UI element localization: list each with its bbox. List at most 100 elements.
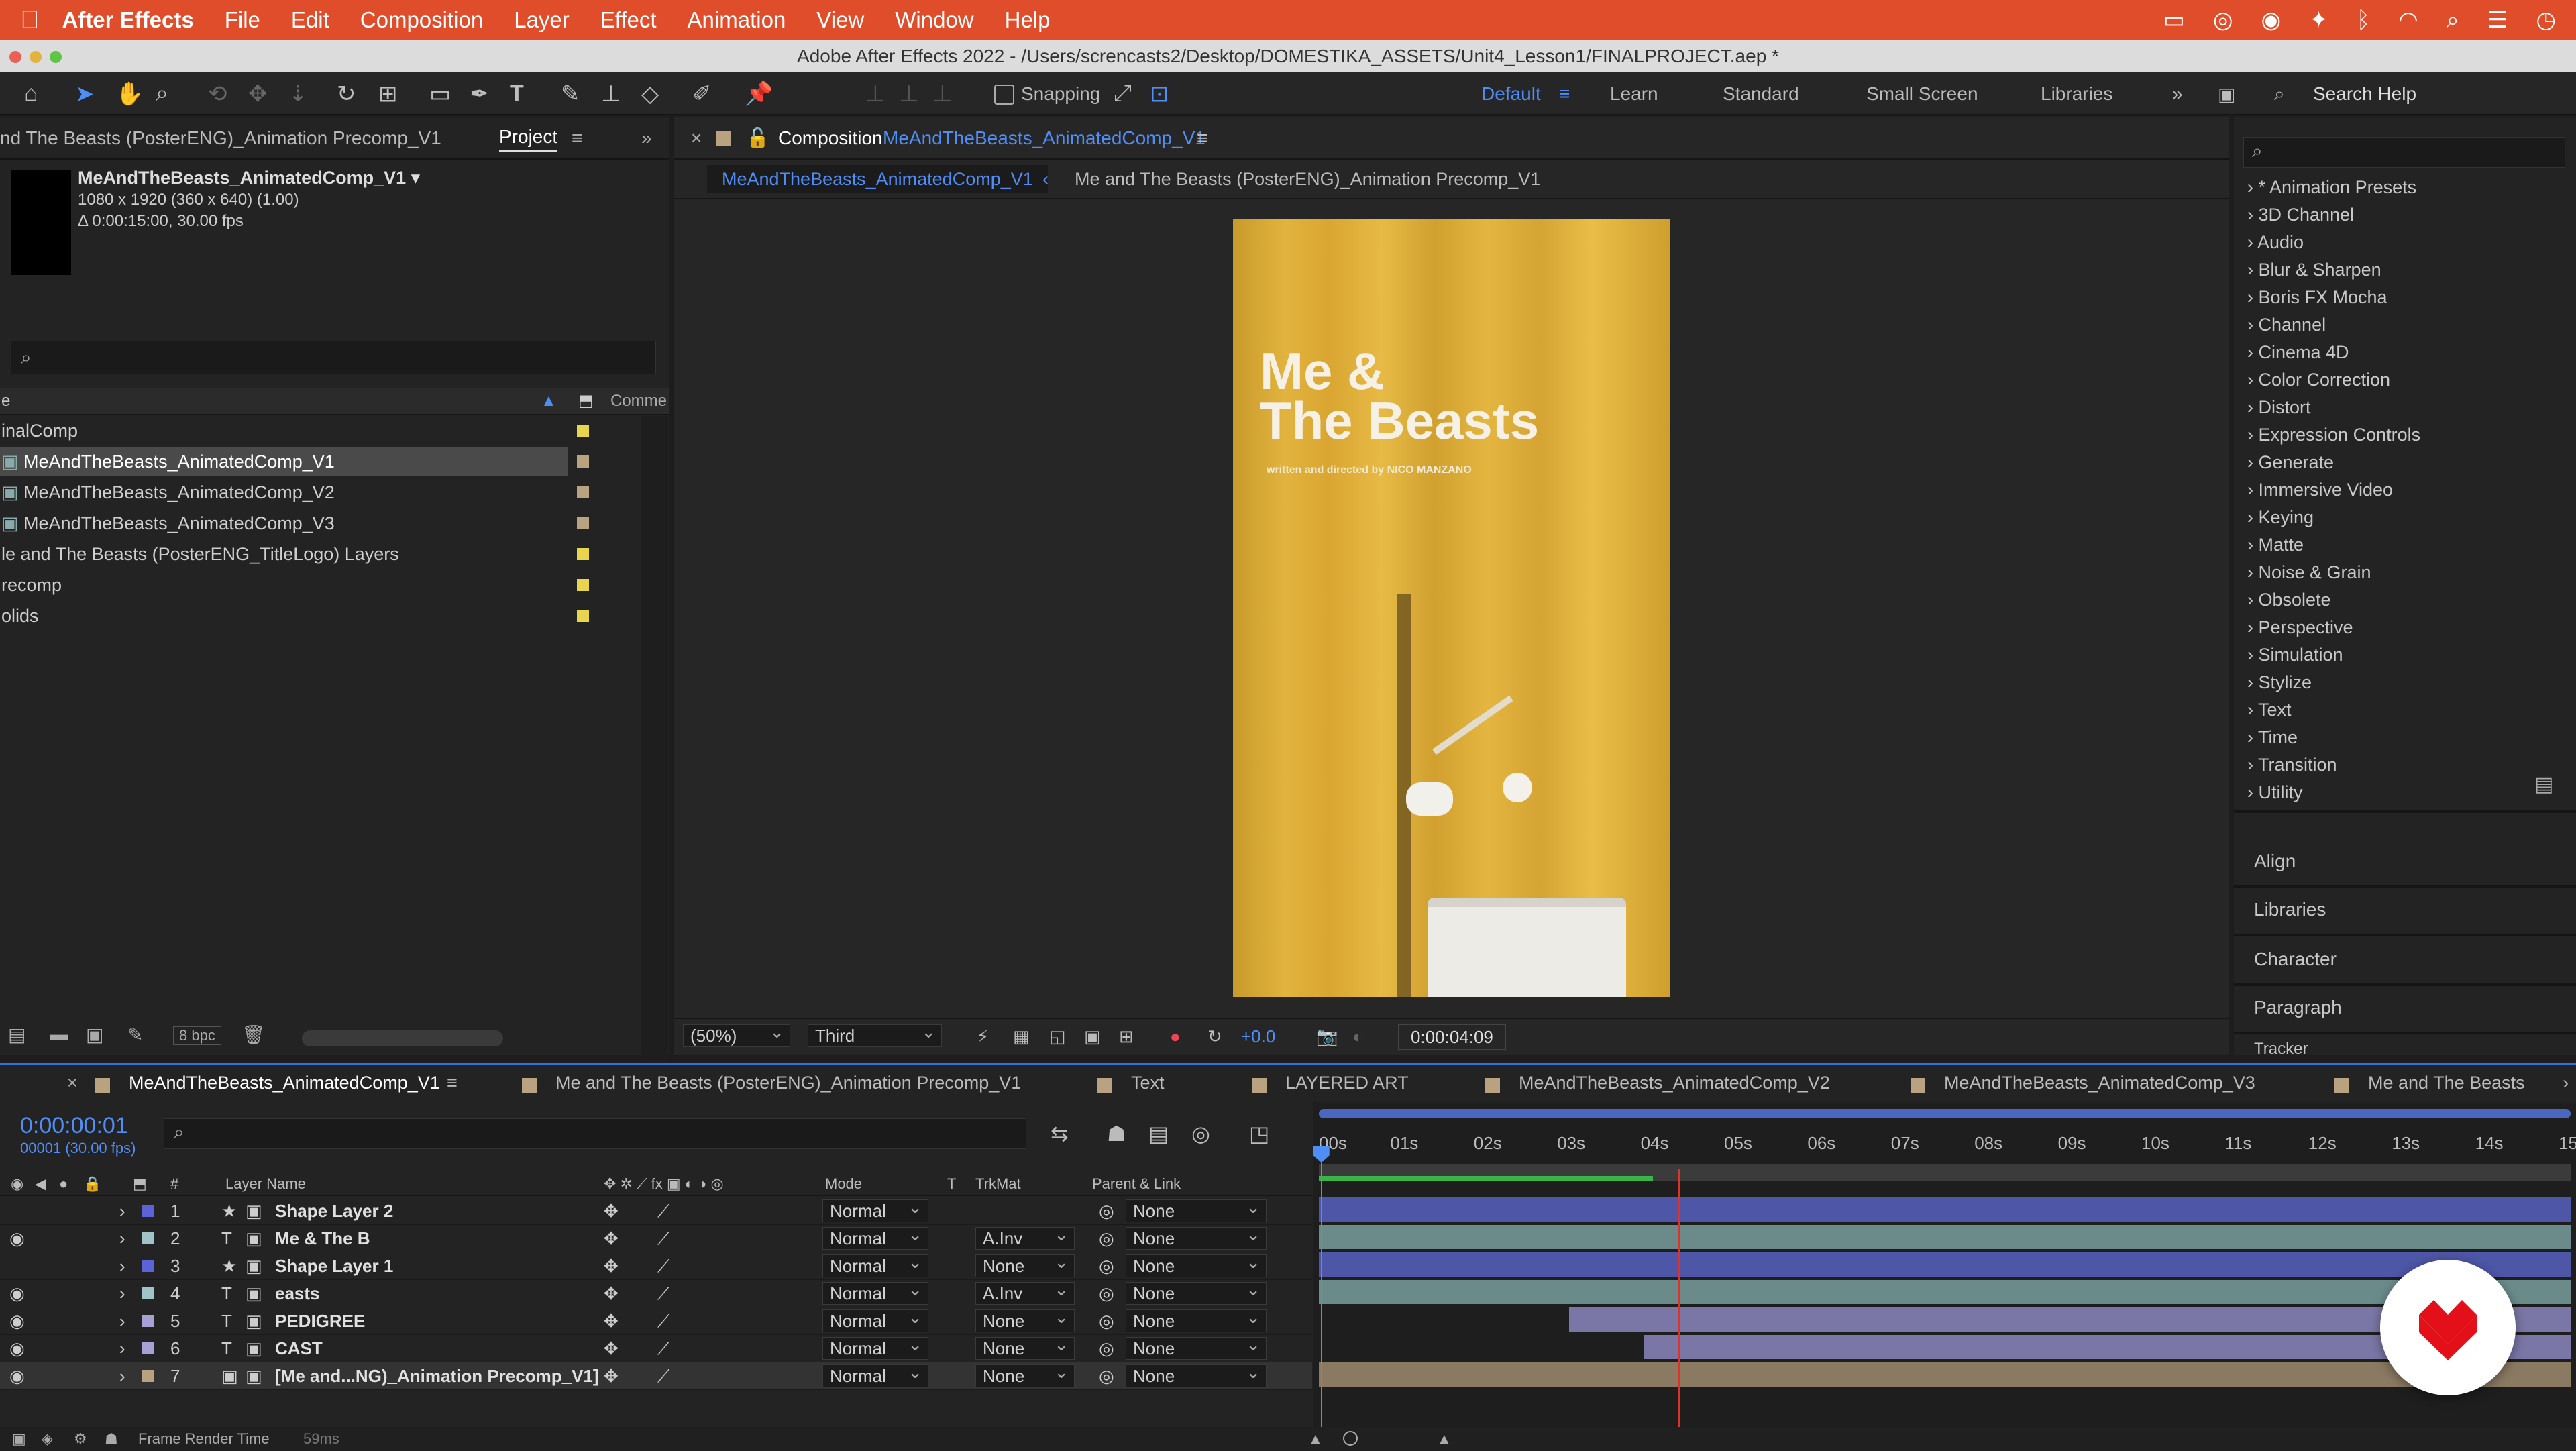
workspace-default[interactable]: Default [1481,83,1541,105]
effect-category[interactable]: › Expression Controls [2247,425,2420,445]
align-panel[interactable]: Align [2254,851,2296,872]
timeline-tab[interactable]: LAYERED ART [1285,1073,1409,1093]
menu-file[interactable]: File [225,7,260,33]
workspace-libraries[interactable]: Libraries [2041,83,2112,105]
region-of-interest-icon[interactable]: ▣ [1084,1019,1101,1054]
grid-guides-icon[interactable]: ⊞ [1119,1019,1134,1054]
project-item[interactable]: recomp [0,570,669,600]
mask-visibility-icon[interactable]: ◱ [1049,1019,1066,1054]
rotation-tool-icon[interactable]: ↻ [337,80,356,107]
column-name[interactable]: e [1,388,10,415]
project-item-selected[interactable]: ▣ MeAndTheBeasts_AnimatedComp_V1 [0,447,589,476]
blend-mode-dropdown[interactable]: Normal [822,1306,928,1332]
shy-switch-icon[interactable]: ✥ [604,1307,619,1335]
reset-exposure-icon[interactable]: ↻ [1208,1019,1222,1054]
puppet-pin-tool-icon[interactable]: 📌 [745,80,773,107]
resolution-dropdown[interactable]: Third [808,1021,942,1047]
expand-layer-chevron-icon[interactable]: › [119,1335,125,1362]
quality-switch-icon[interactable]: ⟋ [657,1307,669,1335]
current-time-indicator-line[interactable] [1677,1169,1680,1451]
track-matte-dropdown[interactable]: None [975,1361,1075,1387]
zoom-window-button[interactable] [50,51,62,63]
work-area-bar[interactable] [1319,1164,2571,1181]
effect-category[interactable]: › Cinema 4D [2247,342,2349,363]
extension-icon[interactable]: ✦ [2309,7,2328,34]
label-color-swatch[interactable] [142,1205,154,1217]
effect-category[interactable]: › Generate [2247,452,2334,473]
label-column-icon[interactable]: ⬒ [578,388,594,415]
creative-cloud-icon[interactable]: ◎ [2213,7,2233,34]
parent-dropdown[interactable]: None [1126,1334,1267,1360]
effect-category[interactable]: › Noise & Grain [2247,562,2371,583]
pick-whip-icon[interactable]: ◎ [1099,1225,1114,1252]
display-icon[interactable]: ▭ [2163,7,2185,34]
project-item[interactable]: ▣ MeAndTheBeasts_AnimatedComp_V3 [0,508,669,538]
effect-category[interactable]: › Transition [2247,755,2337,775]
pick-whip-icon[interactable]: ◎ [1099,1362,1114,1390]
label-color-swatch[interactable] [577,517,589,529]
timeline-tab[interactable]: MeAndTheBeasts_AnimatedComp_V2 [1519,1073,1830,1093]
playhead-handle[interactable] [1313,1146,1330,1163]
blend-mode-dropdown[interactable]: Normal [822,1279,928,1305]
exposure-value[interactable]: +0.0 [1241,1019,1275,1054]
blend-mode-dropdown[interactable]: Normal [822,1196,928,1222]
visibility-eye-icon[interactable]: ◉ [9,1362,25,1390]
shy-switch-icon[interactable]: ✥ [604,1225,619,1252]
expand-layer-chevron-icon[interactable]: › [119,1362,125,1390]
track-matte-dropdown[interactable]: A.Inv [975,1279,1075,1305]
snapping-checkbox[interactable] [994,85,1014,105]
timeline-tab-active[interactable]: MeAndTheBeasts_AnimatedComp_V1 [129,1073,440,1093]
sync-icon[interactable]: ◉ [2261,7,2282,34]
minimize-window-button[interactable] [30,51,42,63]
eraser-tool-icon[interactable]: ◇ [641,80,659,107]
label-color-swatch[interactable] [142,1287,154,1299]
adjust-project-settings-icon[interactable]: ✎ [127,1024,143,1046]
effect-category[interactable]: › Blur & Sharpen [2247,260,2381,280]
search-help-icon[interactable]: ⌕ [2274,83,2285,105]
label-color-swatch[interactable] [577,425,589,437]
menu-animation[interactable]: Animation [688,7,786,33]
screen-mode-icon[interactable]: ▣ [2218,83,2235,105]
close-window-button[interactable] [9,51,21,63]
panel-menu-icon[interactable]: ≡ [1197,117,1208,160]
brush-tool-icon[interactable]: ✎ [561,80,580,107]
solo-switch-icon[interactable]: ● [59,1172,68,1196]
clock-icon[interactable]: ◷ [2536,7,2556,34]
timeline-search-input[interactable]: ⌕ [164,1118,1026,1149]
snap-feature-icon[interactable]: ⊡ [1150,80,1169,107]
effect-category[interactable]: › Channel [2247,315,2326,335]
composition-panel-name[interactable]: MeAndTheBeasts_AnimatedComp_V1 [883,117,1205,160]
paragraph-panel[interactable]: Paragraph [2254,997,2342,1018]
quality-switch-icon[interactable]: ⟋ [657,1225,669,1252]
effects-search-input[interactable]: ⌕ [2243,137,2565,168]
selection-tool-icon[interactable]: ➤ [75,80,95,107]
lock-switch-icon[interactable]: 🔒 [83,1172,101,1196]
label-color-swatch[interactable] [577,548,589,560]
panel-menu-icon[interactable]: ≡ [447,1073,458,1093]
switches-icons[interactable]: ✥ ✲ ⟋ fx ▣ ◐ ◑ ◎ [604,1172,724,1196]
parent-dropdown[interactable]: None [1126,1224,1267,1250]
composition-mini-flowchart-icon[interactable]: ⇆ [1051,1121,1069,1146]
more-workspaces-icon[interactable]: » [2172,83,2183,105]
visibility-eye-icon[interactable]: ◉ [9,1280,25,1307]
magnification-dropdown[interactable]: (50%) [683,1021,790,1047]
character-panel[interactable]: Character [2254,949,2337,970]
snap-options-icon[interactable]: ⤢ [1114,80,1132,107]
project-item[interactable]: inalComp⊞ [0,416,669,445]
control-center-icon[interactable]: ☰ [2487,7,2508,34]
workspace-standard[interactable]: Standard [1723,83,1799,105]
zoom-slider-handle[interactable] [1343,1431,1358,1446]
column-comment[interactable]: Comme [610,388,667,415]
column-number[interactable]: # [170,1172,178,1196]
layer-name[interactable]: Shape Layer 1 [275,1252,393,1280]
new-folder-icon[interactable]: ▬ [50,1024,68,1045]
label-color-swatch[interactable] [577,486,589,498]
effect-category[interactable]: › Distort [2247,397,2311,418]
shy-switch-icon[interactable]: ✥ [604,1252,619,1280]
label-color-swatch[interactable] [577,610,589,622]
label-color-swatch[interactable] [577,455,589,468]
menu-layer[interactable]: Layer [514,7,570,33]
zoom-out-icon[interactable]: ▲ [1308,1427,1323,1451]
layer-row[interactable]: › 1 ★ ▣ Shape Layer 2 ✥ ⟋ ◎ Normal None [0,1196,1312,1225]
pan-camera-icon[interactable]: ✥ [248,80,268,107]
